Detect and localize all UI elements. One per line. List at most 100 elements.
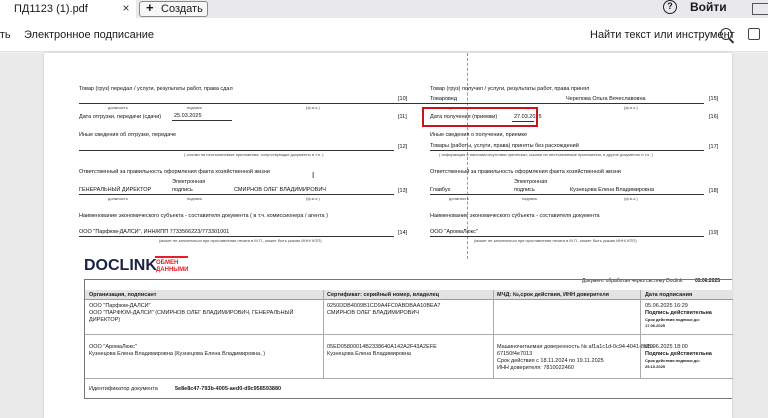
other-info-label: Иные сведения об отгрузке, передаче [79,132,177,138]
row2-org-line1: ООО "АромаЛюкс" [89,344,137,350]
receive-other-line [430,150,704,151]
row1-org-line3: ДИРЕКТОР) [89,317,121,323]
row1-date-sub: Подпись действительна [645,310,712,316]
receive-name: Черепова Ольга Вячеславовна [566,96,646,102]
doc-id-value: 5e8e8c47-793b-4005-aed0-d9c958593880 [175,386,282,392]
transfer-line [79,103,434,104]
panel-collapse-icon[interactable] [748,28,760,40]
other-info-line [79,150,394,151]
row1-cert-line2: СМИРНОВ ОЛЕГ ВЛАДИМИРОВИЧ [327,310,419,316]
field-num-13: [13] [398,188,408,194]
stamp-header-cert: Сертификат: серийный номер, владелец [327,292,440,298]
sub-fio-2: (ф.и.о.) [306,196,320,201]
receive-entity-line [430,236,704,237]
sub-signature: подпись [187,105,203,110]
row1-org-line1: ООО "Парфюм-ДАЛСИ" [89,303,151,309]
receive-label: Товар (груз) получил / услуги, результат… [430,86,590,92]
sign-in-button[interactable]: Войти [690,0,727,15]
sub-fio-r2: (ф.и.о.) [624,196,638,201]
field-num-10: [10] [398,96,408,102]
entity-label: Наименование экономического субъекта - с… [79,213,328,219]
ship-date-value: 25.03.2025 [174,113,202,119]
stamp-header-date: Дата подписания [645,292,693,298]
responsible-sig-line1: Электронная [172,179,206,185]
field-num-18: [18] [709,188,719,194]
logo-word: DOCLINK [84,257,157,274]
responsible-line [79,194,394,195]
field-num-17: [17] [709,144,719,150]
receive-responsible-line [430,194,704,195]
other-info-sub: ( ссылки на неотъемлемые приложения, соп… [184,152,324,157]
receive-entity-sub: (может не заполняться при проставлении п… [474,238,637,243]
receive-responsible-sig-line2: подпись [514,187,535,193]
row2-date-sub: Подпись действительна [645,351,712,357]
window-restore-icon[interactable] [752,3,768,15]
row2-org-line2: Кузнецова Елена Владимировна (Кузнецова … [89,351,266,357]
receive-line [430,103,704,104]
stamp-header-mchd: МЧД: №,срок действия, ИНН доверителя [497,292,609,298]
row1-valid-date: 17.06.2025 [645,323,666,328]
plus-icon: + [146,0,154,15]
help-icon[interactable]: ? [663,0,677,14]
new-tab-label: Создать [161,3,203,15]
transfer-label: Товар (груз) передал / услуги, результат… [79,86,233,92]
close-icon[interactable]: × [120,0,132,18]
logo-tag2: ДАННЫМИ [156,267,188,273]
signature-stamp-table: Организация, подписант Сертификат: серий… [84,279,733,399]
toolbar-truncated-item[interactable]: ать [0,29,11,41]
row2-mchd-line2: 67150f4e7013 [497,351,533,357]
receive-other-label: Иные сведения о получении, приемке [430,132,528,138]
receive-other-value: Товары (работы, услуги, права) приняты б… [430,143,579,149]
stamp-header-org: Организация, подписант [89,292,157,298]
sub-fio: (ф.и.о.) [306,105,320,110]
pdf-toolbar: ать Электронное подписание Найти текст и… [0,18,768,52]
receive-other-sub: ( информация о наличии/отсутствии претен… [439,152,653,157]
doclink-logo-mark: DOCLINK ОБМЕН ДАННЫМИ [84,256,188,274]
row2-cert-line2: Кузнецова Елена Владимировна [327,351,411,357]
stamp-row-sep-2 [85,378,733,379]
field-num-16: [16] [709,114,719,120]
responsible-sig-line2: подпись [172,187,193,193]
receive-responsible-name: Кузнецова Елена Владимировна [570,187,654,193]
row1-cert-line1: 0250DDB4009B1CD9A4FC0ABDBAA10BEA7 [327,303,441,309]
field-num-12: [12] [398,144,408,150]
sub-signature-r2: подпись [522,196,538,201]
doc-id-label: Идентификатор документа [89,386,158,392]
e-sign-button[interactable]: Электронное подписание [24,29,154,41]
sub-fio-r: (ф.и.о.) [624,105,638,110]
row2-mchd-line3: Срок действия с 18.11.2024 по 19.11.2025 [497,358,604,364]
ship-date-line [172,120,232,121]
text-cursor-icon: I [312,171,315,180]
row2-cert-line1: 05ED05800014B2338640A142A2F43A2EFE [327,344,437,350]
responsible-name: СМИРНОВ ОЛЕГ ВЛАДИМИРОВИЧ [234,187,326,193]
responsible-label: Ответственный за правильность оформления… [79,169,270,175]
tab-pdf[interactable]: ПД1123 (1).pdf × [0,0,136,18]
sub-signature-2: подпись [187,196,203,201]
entity-line [79,236,394,237]
new-tab-button[interactable]: + Создать [139,1,208,17]
sub-position-r2: должность [449,196,469,201]
receive-responsible-sig-line1: Электронная [514,179,548,185]
entity-sub: (может не заполняться при проставлении п… [159,238,322,243]
receive-entity-label: Наименование экономического субъекта - с… [430,213,600,219]
row2-mchd-line1: Машиночитаемая доверенность № af1a1c1d-0… [497,344,655,350]
row2-mchd-line4: ИНН доверителя: 7810022460 [497,365,574,371]
document-viewport[interactable]: Товар (груз) передал / услуги, результат… [0,53,768,418]
row1-date: 05.06.2025 16:29 [645,303,688,309]
field-num-15: [15] [709,96,719,102]
row2-date: 05.06.2025 18:00 [645,344,688,350]
responsible-position: ГЕНЕРАЛЬНЫЙ ДИРЕКТОР [79,187,152,193]
receive-entity-value: ООО "АромаЛюкс" [430,229,478,235]
highlight-box [422,107,538,127]
pdf-page: Товар (груз) передал / услуги, результат… [44,53,733,418]
entity-value: ООО "Парфюм-ДАЛСИ", ИНН/КПП 7733566223/7… [79,229,230,235]
search-icon[interactable] [720,28,732,40]
find-tool-button[interactable]: Найти текст или инструмент [590,29,735,41]
field-num-19: [19] [709,230,719,236]
doclink-logo: DOCLINK ОБМЕН ДАННЫМИ [84,253,192,275]
browser-tab-bar: ПД1123 (1).pdf × + Создать ? Войти [0,0,768,18]
field-num-11: [11] [398,114,407,120]
row2-valid-date: 25.10.2025 [645,364,666,369]
field-num-14: [14] [398,230,408,236]
stamp-row-sep-1 [85,334,733,335]
